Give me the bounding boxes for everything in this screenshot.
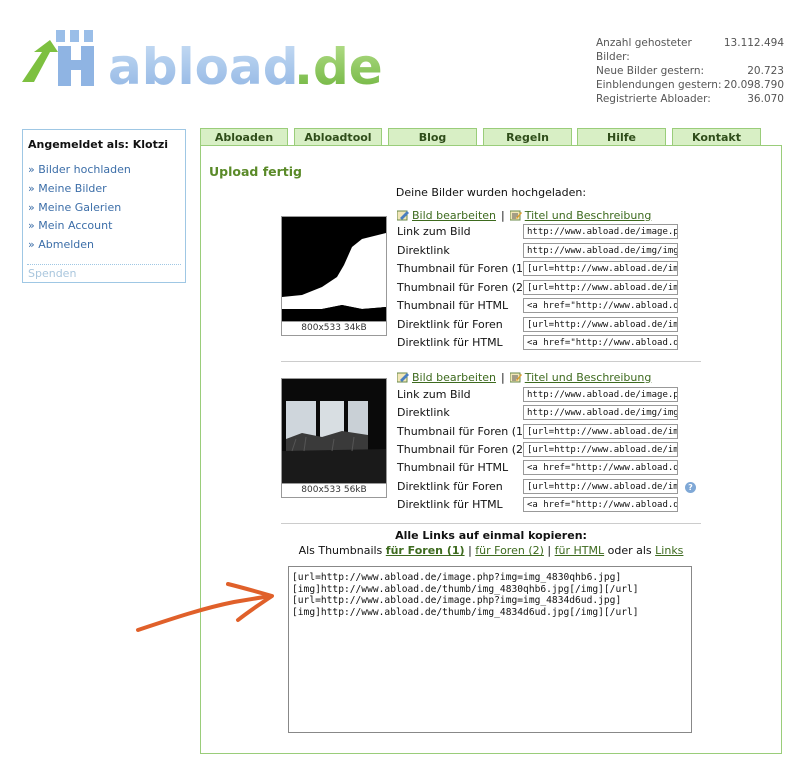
options-separator: | [547, 544, 552, 557]
title-description-link[interactable]: Titel und Beschreibung [525, 371, 652, 384]
link-field[interactable]: <a href="http://www.abload.de/im [523, 497, 678, 512]
upload-result-panel: Upload fertig Deine Bilder wurden hochge… [200, 145, 782, 754]
sidebar-item-my-galleries[interactable]: » Meine Galerien [28, 199, 185, 218]
sidebar-item-my-images[interactable]: » Meine Bilder [28, 180, 185, 199]
page-title: Upload fertig [209, 164, 302, 179]
link-label: Direktlink für Foren [397, 318, 503, 331]
link-label: Thumbnail für Foren (1) [397, 262, 528, 275]
title-description-icon [509, 210, 522, 221]
title-description-icon [509, 372, 522, 383]
textarea-line: [url=http://www.abload.de/image.php?img=… [292, 572, 622, 583]
options-separator: | [468, 544, 472, 557]
copy-all-title: Alle Links auf einmal kopieren: [395, 529, 587, 542]
title-description-link[interactable]: Titel und Beschreibung [525, 209, 652, 222]
sidebar-item-my-account[interactable]: » Mein Account [28, 217, 185, 236]
abload-logo[interactable]: abload .de [20, 22, 400, 98]
link-label: Direktlink für HTML [397, 498, 503, 511]
action-separator: | [501, 209, 505, 222]
image-thumbnail[interactable]: 800x533 56kB [281, 378, 387, 498]
link-label: Direktlink für HTML [397, 336, 503, 349]
image-divider [281, 361, 701, 362]
link-label: Thumbnail für Foren (2) [397, 281, 528, 294]
link-label: Thumbnail für HTML [397, 461, 509, 474]
link-label: Direktlink [397, 406, 450, 419]
all-links-textarea[interactable]: [url=http://www.abload.de/image.php?img=… [288, 566, 692, 733]
edit-image-icon [396, 210, 409, 221]
link-field[interactable]: http://www.abload.de/image.php?i [523, 387, 678, 402]
edit-image-link[interactable]: Bild bearbeiten [412, 209, 496, 222]
upload-subtitle: Deine Bilder wurden hochgeladen: [395, 186, 587, 199]
edit-image-icon [396, 372, 409, 383]
tab-blog[interactable]: Blog [388, 128, 477, 146]
tab-abloadtool[interactable]: Abloadtool [294, 128, 382, 146]
link-label: Direktlink für Foren [397, 480, 503, 493]
section-divider [281, 523, 701, 524]
stat-row: Neue Bilder gestern: 20.723 [596, 65, 784, 77]
logo-mark-icon [22, 30, 94, 86]
annotation-arrow-icon [136, 582, 274, 632]
link-label: Direktlink [397, 244, 450, 257]
thumbnail-caption: 800x533 34kB [282, 321, 386, 335]
site-stats: Anzahl gehosteter Bilder: 13.112.494 Neue… [596, 36, 784, 106]
tab-hilfe[interactable]: Hilfe [577, 128, 666, 146]
stat-row: Registrierte Abloader: 36.070 [596, 93, 784, 105]
image-actions: Bild bearbeiten | Titel und Beschreibung [396, 209, 652, 222]
tab-kontakt[interactable]: Kontakt [672, 128, 761, 146]
textarea-line: [url=http://www.abload.de/image.php?img=… [292, 595, 622, 606]
link-field[interactable]: http://www.abload.de/img/img_48 [523, 405, 678, 420]
thumbnail-image [282, 379, 386, 483]
donate-link[interactable]: Spenden [28, 267, 76, 280]
link-field[interactable]: <a href="http://www.abload.de/im [523, 298, 678, 313]
link-field[interactable]: [url=http://www.abload.de/image. [523, 424, 678, 439]
copy-links-link[interactable]: Links [655, 544, 683, 557]
help-icon[interactable]: ? [685, 482, 696, 493]
image-thumbnail[interactable]: 800x533 34kB [281, 216, 387, 336]
tab-abloaden[interactable]: Abloaden [200, 128, 288, 146]
logged-in-label: Angemeldet als: Klotzi [28, 138, 169, 151]
sidebar-item-upload[interactable]: » Bilder hochladen [28, 161, 185, 180]
link-label: Link zum Bild [397, 388, 471, 401]
link-field[interactable]: [url=http://www.abload.de/image. [523, 317, 678, 332]
logo-text-de: .de [294, 38, 383, 96]
copy-all-prefix: Als Thumbnails [298, 544, 383, 557]
user-sidebar: Angemeldet als: Klotzi » Bilder hochlade… [22, 129, 186, 283]
copy-html-link[interactable]: für HTML [555, 544, 604, 557]
thumbnail-caption: 800x533 56kB [282, 483, 386, 497]
tab-regeln[interactable]: Regeln [483, 128, 572, 146]
link-field[interactable]: http://www.abload.de/image.php?i [523, 224, 678, 239]
link-field[interactable]: [url=http://www.abload.de/image. [523, 261, 678, 276]
image-actions: Bild bearbeiten | Titel und Beschreibung [396, 371, 652, 384]
link-label: Thumbnail für Foren (1) [397, 425, 528, 438]
sidebar-item-logout[interactable]: » Abmelden [28, 236, 185, 255]
link-label: Thumbnail für HTML [397, 299, 509, 312]
link-field[interactable]: [url=http://www.abload.de/image. [523, 280, 678, 295]
copy-forum2-link[interactable]: für Foren (2) [475, 544, 544, 557]
sidebar-menu: » Bilder hochladen » Meine Bilder » Mein… [28, 161, 185, 255]
stat-row: Anzahl gehosteter Bilder: 13.112.494 [596, 37, 784, 63]
copy-forum1-link[interactable]: für Foren (1) [386, 544, 465, 557]
link-field[interactable]: <a href="http://www.abload.de/im [523, 335, 678, 350]
textarea-line: [img]http://www.abload.de/thumb/img_4834… [292, 606, 639, 618]
logo-text-abload: abload [108, 38, 299, 96]
link-field[interactable]: [url=http://www.abload.de/image. [523, 479, 678, 494]
link-label: Thumbnail für Foren (2) [397, 443, 528, 456]
copy-or-as: oder als [607, 544, 652, 557]
link-field[interactable]: http://www.abload.de/img/img_48 [523, 243, 678, 258]
link-label: Link zum Bild [397, 225, 471, 238]
link-field[interactable]: <a href="http://www.abload.de/im [523, 460, 678, 475]
sidebar-divider [27, 264, 181, 265]
action-separator: | [501, 371, 505, 384]
thumbnail-image [282, 217, 386, 321]
textarea-line: [img]http://www.abload.de/thumb/img_4830… [292, 583, 639, 595]
stat-row: Einblendungen gestern: 20.098.790 [596, 79, 784, 91]
edit-image-link[interactable]: Bild bearbeiten [412, 371, 496, 384]
copy-all-options: Als Thumbnails für Foren (1) | für Foren… [201, 544, 781, 557]
link-field[interactable]: [url=http://www.abload.de/image. [523, 442, 678, 457]
